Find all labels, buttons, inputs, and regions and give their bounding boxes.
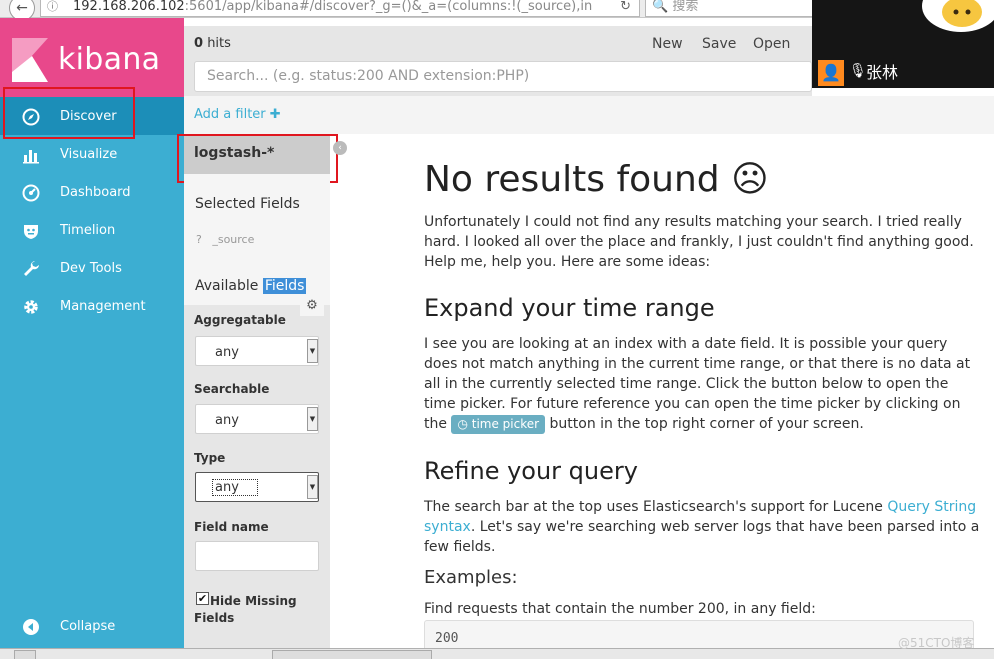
hide-missing-label: Hide Missing Fields [194,593,320,627]
open-button[interactable]: Open [753,36,790,52]
field-filter-panel: ⚙ Aggregatable any ▼ Searchable any ▼ Ty… [184,296,330,659]
refine-query-title: Refine your query [424,457,638,485]
sidebar-item-label: Timelion [60,223,116,238]
expand-text-part2: button in the top right corner of your s… [549,416,864,432]
url-host: 192.168.206.102 [73,0,185,14]
sidebar-item-dev-tools[interactable]: Dev Tools [0,249,184,287]
field-item-source[interactable]: ? _source [196,233,254,246]
add-filter-label: Add a filter [194,107,266,122]
available-fields-title: Available Fields [195,278,307,294]
caller-name: 张林 [866,63,899,82]
browser-search-placeholder: 搜索 [672,0,699,14]
plus-icon: ✚ [269,107,281,122]
refine-text-part1: The search bar at the top uses Elasticse… [424,499,883,515]
hide-missing-line2: Fields [194,611,235,625]
kibana-logo-icon [12,38,48,82]
field-name-input[interactable] [195,541,319,571]
examples-title: Examples: [424,567,518,588]
sidebar-item-label: Management [60,299,146,314]
sidebar-item-visualize[interactable]: Visualize [0,135,184,173]
browser-search-input[interactable]: 🔍 搜索 [645,0,815,17]
refine-text-part2: . Let's say we're searching web server l… [424,519,980,555]
collapse-label: Collapse [60,619,116,634]
query-placeholder: Search... (e.g. status:200 AND extension… [207,68,530,84]
url-text: 192.168.206.102:5601/app/kibana#/discove… [73,0,592,15]
refine-query-text: The search bar at the top uses Elasticse… [424,497,980,557]
kibana-logo[interactable]: kibana [0,18,184,97]
sidebar-collapse[interactable]: Collapse [0,607,184,645]
sidebar-item-management[interactable]: Management [0,287,184,325]
type-label: Type [194,451,226,465]
watermark: @51CTO博客 [898,636,975,650]
hide-missing-checkbox[interactable]: ✔ [196,592,209,605]
sidebar-item-label: Visualize [60,147,118,162]
address-bar[interactable]: ⓘ 192.168.206.102:5601/app/kibana#/disco… [40,0,640,17]
reload-icon[interactable]: ↻ [620,0,631,15]
discover-topbar: 0 hits New Save Open Search... (e.g. sta… [184,26,812,96]
searchable-select[interactable]: any ▼ [195,404,319,434]
no-results-title: No results found ☹ [424,159,769,200]
sidebar-item-label: Dev Tools [60,261,122,276]
aggregatable-label: Aggregatable [194,313,286,327]
hits-count: 0 hits [194,36,231,51]
taskbar-item[interactable] [272,650,432,659]
video-call-overlay: 👤 🎙 张林 [812,0,994,88]
bar-chart-icon [22,146,40,164]
avatar [922,0,994,32]
fields-label-highlighted: Fields [262,278,307,294]
time-picker-button[interactable]: ◷ time picker [451,415,546,434]
brand-name: kibana [58,42,161,77]
field-filter-gear-icon[interactable]: ⚙ [300,296,324,316]
field-name-label: _source [212,233,255,246]
sidebar-item-dashboard[interactable]: Dashboard [0,173,184,211]
field-name-label: Field name [194,520,269,534]
filter-bar: Add a filter ✚ [184,96,994,134]
hits-number: 0 [194,36,204,51]
taskbar-item[interactable] [14,650,36,659]
dropdown-arrow-icon: ▼ [307,475,318,499]
caller-name-tag: 👤 🎙 张林 [818,60,898,86]
searchable-value: any [215,413,239,428]
dropdown-arrow-icon: ▼ [307,339,318,363]
search-icon: 🔍 [652,0,669,14]
screen: ← ⓘ 192.168.206.102:5601/app/kibana#/dis… [0,0,994,659]
selected-fields-title: Selected Fields [195,196,300,212]
annotation-box-discover [3,87,135,139]
type-select[interactable]: any ▼ [195,472,319,502]
wrench-icon [22,260,40,278]
time-picker-label: time picker [471,417,540,431]
person-icon: 👤 [818,60,844,86]
sidebar-item-label: Dashboard [60,185,131,200]
sidebar-item-timelion[interactable]: Timelion [0,211,184,249]
collapse-sidebar-arrow-icon[interactable]: ‹ [333,141,347,155]
gear-icon [22,298,40,316]
no-results-intro: Unfortunately I could not find any resul… [424,214,974,270]
searchable-label: Searchable [194,382,270,396]
url-path: :5601/app/kibana#/discover?_g=()&_a=(col… [184,0,593,14]
collapse-arrow-icon [22,618,40,636]
os-taskbar [0,648,994,659]
example-1-description: Find requests that contain the number 20… [424,601,816,617]
type-value: any [212,479,258,496]
dashboard-gauge-icon [22,184,40,202]
aggregatable-select[interactable]: any ▼ [195,336,319,366]
clock-icon: ◷ [457,417,468,431]
add-filter-link[interactable]: Add a filter ✚ [194,107,281,122]
microphone-icon: 🎙 [849,63,867,79]
query-search-input[interactable]: Search... (e.g. status:200 AND extension… [194,61,812,92]
timelion-shield-icon [22,222,40,240]
aggregatable-value: any [215,345,239,360]
expand-time-range-text: I see you are looking at an index with a… [424,334,980,434]
save-button[interactable]: Save [702,36,736,52]
hits-label: hits [207,36,231,51]
expand-time-range-title: Expand your time range [424,294,715,322]
new-button[interactable]: New [652,36,683,52]
field-type-unknown-icon: ? [196,233,202,246]
available-label: Available [195,278,259,294]
hide-missing-line1: Hide Missing [210,594,297,608]
info-icon: ⓘ [47,0,58,13]
dropdown-arrow-icon: ▼ [307,407,318,431]
